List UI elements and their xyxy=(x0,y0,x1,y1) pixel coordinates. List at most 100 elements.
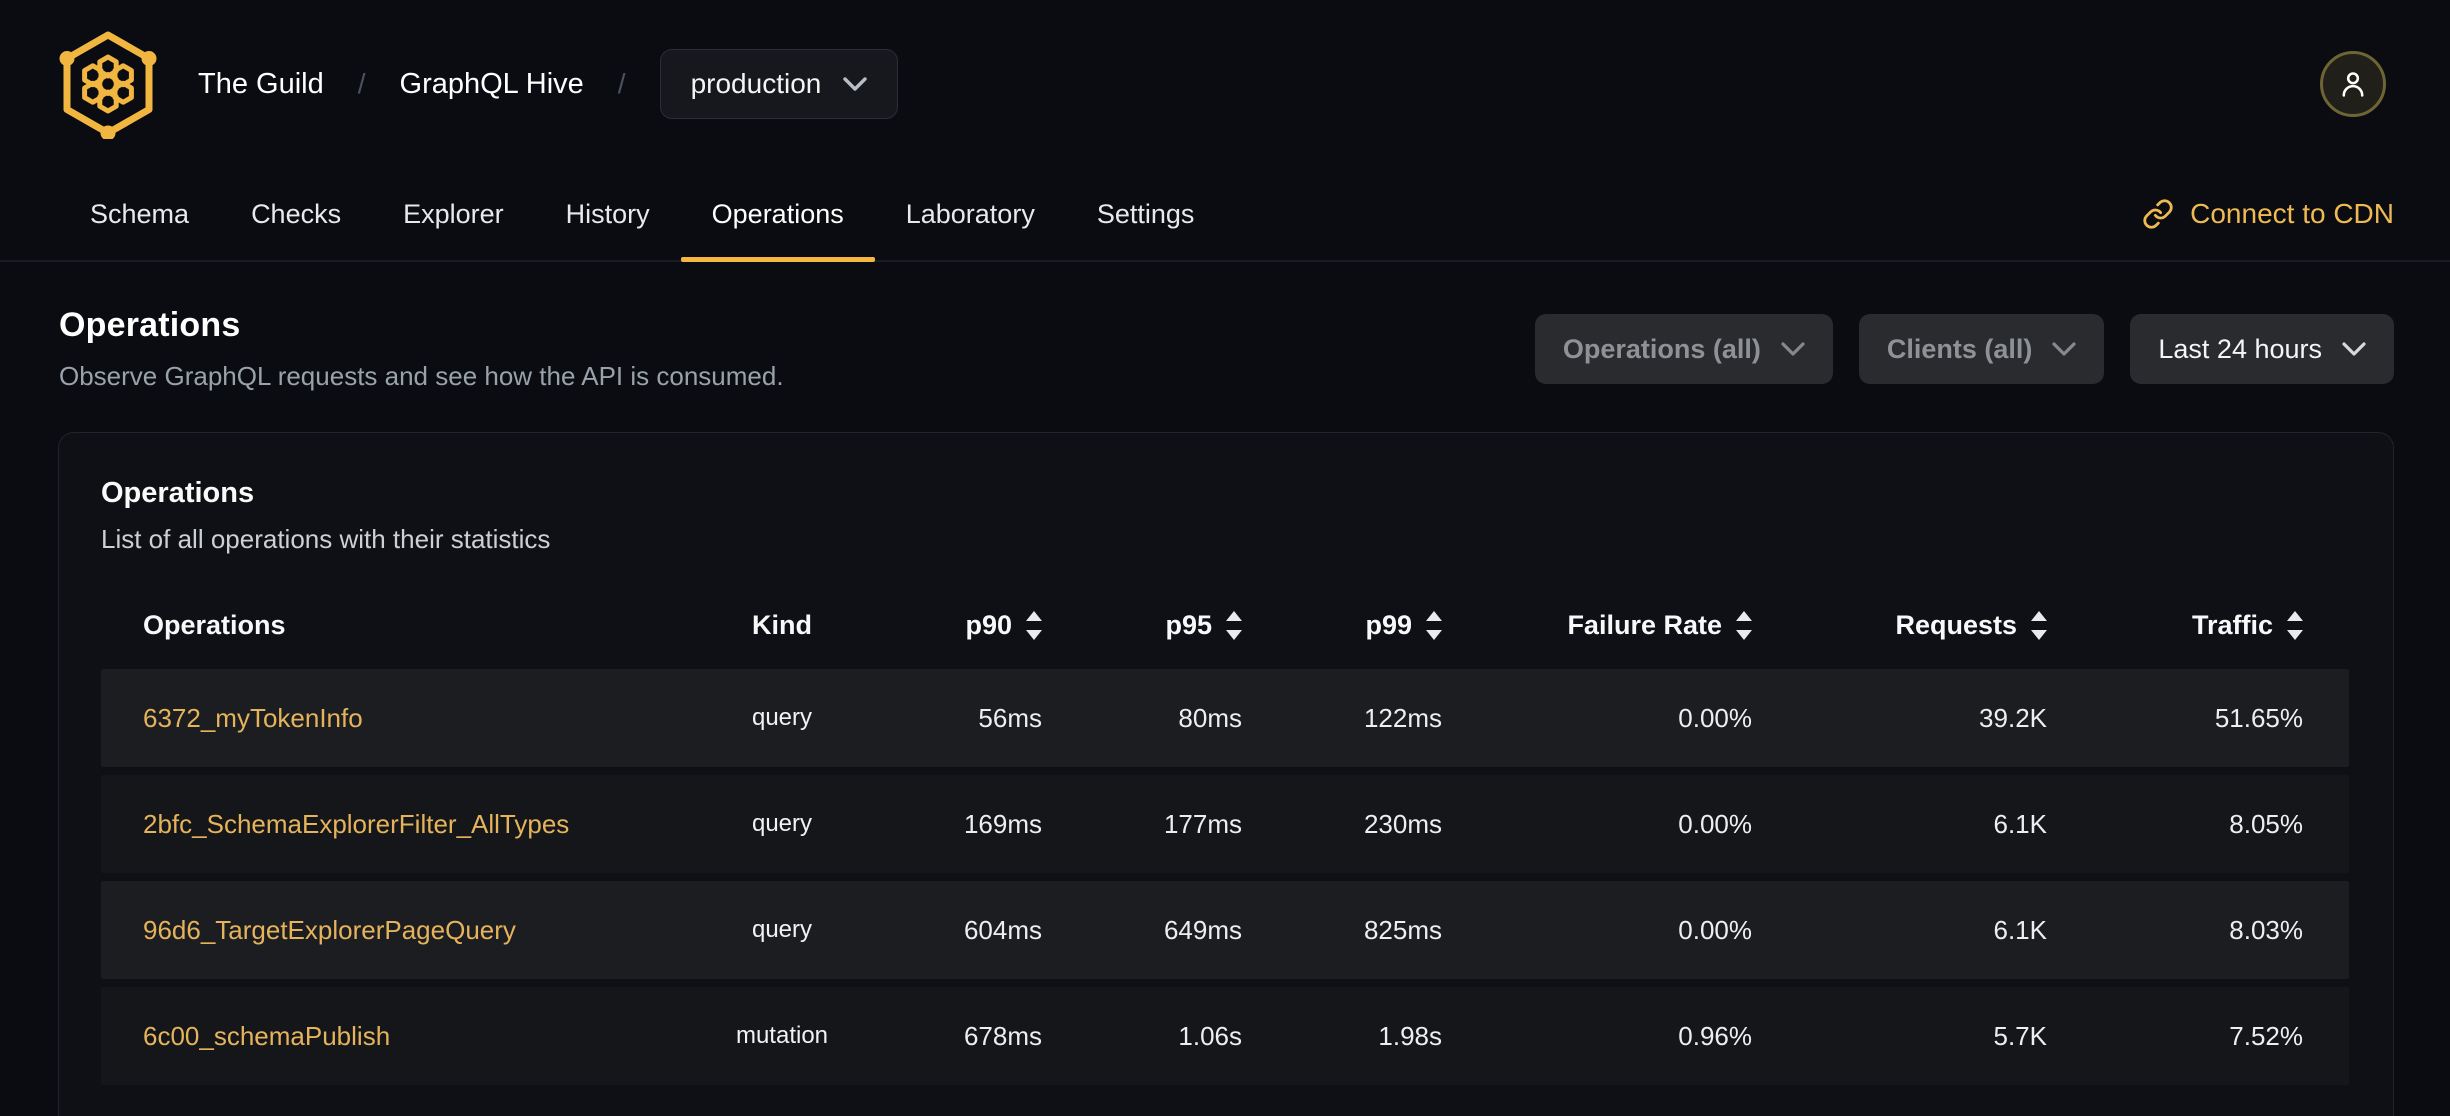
column-label: p90 xyxy=(965,609,1012,640)
card-title: Operations xyxy=(101,477,255,509)
operation-link[interactable]: 96d6_TargetExplorerPageQuery xyxy=(143,915,516,945)
requests-cell: 5.7K xyxy=(1993,1020,2048,1051)
traffic-cell: 8.03% xyxy=(2229,914,2303,945)
column-header-p95[interactable]: p95 xyxy=(1042,610,1242,641)
table-row: 96d6_TargetExplorerPageQuery query 604ms… xyxy=(101,881,2349,979)
tab-label: Settings xyxy=(1096,198,1195,229)
column-header-operations: Operations xyxy=(143,609,286,640)
tab-laboratory[interactable]: Laboratory xyxy=(875,168,1066,260)
sort-arrows-icon xyxy=(1026,610,1042,640)
kind-cell: mutation xyxy=(735,1022,829,1049)
table-header-row: Operations Kind p90 p95 p99 Failure Rate… xyxy=(101,589,2349,661)
target-selector-value: production xyxy=(690,68,822,99)
column-label: Requests xyxy=(1895,609,2017,640)
traffic-cell: 7.52% xyxy=(2229,1020,2303,1051)
hive-logo-icon[interactable] xyxy=(56,29,160,139)
tab-settings[interactable]: Settings xyxy=(1066,168,1226,260)
tab-explorer[interactable]: Explorer xyxy=(372,168,535,260)
operations-table: Operations Kind p90 p95 p99 Failure Rate… xyxy=(101,589,2349,1085)
chevron-down-icon xyxy=(843,77,868,91)
clients-filter-dropdown[interactable]: Clients (all) xyxy=(1858,314,2105,384)
breadcrumb-org[interactable]: The Guild xyxy=(198,68,324,101)
p90-cell: 678ms xyxy=(963,1020,1042,1051)
tab-checks[interactable]: Checks xyxy=(220,168,372,260)
sort-arrows-icon xyxy=(1426,610,1442,640)
p90-cell: 169ms xyxy=(963,808,1042,839)
connect-to-cdn-link[interactable]: Connect to CDN xyxy=(2142,198,2394,230)
failure-rate-cell: 0.00% xyxy=(1678,914,1752,945)
top-bar: The Guild / GraphQL Hive / production xyxy=(0,0,2450,168)
tab-label: History xyxy=(565,198,650,229)
column-header-failure-rate[interactable]: Failure Rate xyxy=(1442,610,1752,641)
tab-history[interactable]: History xyxy=(535,168,681,260)
p90-cell: 604ms xyxy=(963,914,1042,945)
breadcrumb: The Guild / GraphQL Hive / production xyxy=(198,49,899,119)
period-filter-dropdown[interactable]: Last 24 hours xyxy=(2130,314,2394,384)
period-filter-label: Last 24 hours xyxy=(2158,333,2322,364)
kind-cell: query xyxy=(751,704,813,731)
column-header-p90[interactable]: p90 xyxy=(862,610,1042,641)
sort-arrows-icon xyxy=(1226,610,1242,640)
sort-arrows-icon xyxy=(2031,610,2047,640)
operation-name-cell: 96d6_TargetExplorerPageQuery xyxy=(101,915,702,946)
tab-label: Explorer xyxy=(403,198,504,229)
operation-link[interactable]: 2bfc_SchemaExplorerFilter_AllTypes xyxy=(143,809,569,839)
failure-rate-cell: 0.00% xyxy=(1678,808,1752,839)
kind-cell: query xyxy=(751,916,813,943)
operation-name-cell: 2bfc_SchemaExplorerFilter_AllTypes xyxy=(101,809,702,840)
requests-cell: 39.2K xyxy=(1979,702,2047,733)
sort-arrows-icon xyxy=(1736,610,1752,640)
breadcrumb-separator: / xyxy=(617,68,626,99)
table-row: 6c00_schemaPublish mutation 678ms 1.06s … xyxy=(101,987,2349,1085)
target-selector-dropdown[interactable]: production xyxy=(659,49,899,119)
sort-arrows-icon xyxy=(2287,610,2303,640)
column-label: Failure Rate xyxy=(1567,609,1722,640)
requests-cell: 6.1K xyxy=(1993,914,2048,945)
traffic-cell: 51.65% xyxy=(2214,702,2303,733)
tab-label: Checks xyxy=(251,198,342,229)
tab-schema[interactable]: Schema xyxy=(59,168,220,260)
operation-name-cell: 6c00_schemaPublish xyxy=(101,1021,702,1052)
page-subtitle: Observe GraphQL requests and see how the… xyxy=(59,361,784,391)
p90-cell: 56ms xyxy=(978,702,1042,733)
column-header-p99[interactable]: p99 xyxy=(1242,610,1442,641)
column-header-requests[interactable]: Requests xyxy=(1752,610,2047,641)
p95-cell: 177ms xyxy=(1163,808,1242,839)
chevron-down-icon xyxy=(2052,342,2076,356)
page-title: Operations xyxy=(59,306,241,344)
column-label: p99 xyxy=(1365,609,1412,640)
p99-cell: 1.98s xyxy=(1378,1020,1442,1051)
table-row: 2bfc_SchemaExplorerFilter_AllTypes query… xyxy=(101,775,2349,873)
tab-label: Operations xyxy=(711,198,844,229)
operation-name-cell: 6372_myTokenInfo xyxy=(101,703,702,734)
p95-cell: 649ms xyxy=(1163,914,1242,945)
page-title-block: Operations Observe GraphQL requests and … xyxy=(59,306,784,392)
column-header-traffic[interactable]: Traffic xyxy=(2047,610,2349,641)
operations-card: Operations List of all operations with t… xyxy=(58,432,2394,1116)
table-row: 6372_myTokenInfo query 56ms 80ms 122ms 0… xyxy=(101,669,2349,767)
kind-cell: query xyxy=(751,810,813,837)
column-header-kind: Kind xyxy=(752,609,812,640)
p95-cell: 1.06s xyxy=(1178,1020,1242,1051)
tab-label: Schema xyxy=(90,198,190,229)
requests-cell: 6.1K xyxy=(1993,808,2048,839)
operation-link[interactable]: 6c00_schemaPublish xyxy=(143,1021,390,1051)
failure-rate-cell: 0.96% xyxy=(1678,1020,1752,1051)
connect-to-cdn-label: Connect to CDN xyxy=(2190,198,2394,229)
operations-filter-dropdown[interactable]: Operations (all) xyxy=(1534,314,1833,384)
p95-cell: 80ms xyxy=(1178,702,1242,733)
operation-link[interactable]: 6372_myTokenInfo xyxy=(143,703,363,733)
chevron-down-icon xyxy=(1781,342,1805,356)
tab-label: Laboratory xyxy=(905,198,1035,229)
failure-rate-cell: 0.00% xyxy=(1678,702,1752,733)
card-subtitle: List of all operations with their statis… xyxy=(101,524,551,554)
person-icon xyxy=(2342,72,2364,97)
p99-cell: 825ms xyxy=(1363,914,1442,945)
column-label: p95 xyxy=(1165,609,1212,640)
clients-filter-label: Clients (all) xyxy=(1886,333,2033,364)
user-avatar[interactable] xyxy=(2320,51,2386,117)
tab-operations[interactable]: Operations xyxy=(680,168,875,262)
column-label: Traffic xyxy=(2191,609,2273,640)
breadcrumb-project[interactable]: GraphQL Hive xyxy=(400,68,584,101)
page-header: Operations Observe GraphQL requests and … xyxy=(0,262,2450,392)
